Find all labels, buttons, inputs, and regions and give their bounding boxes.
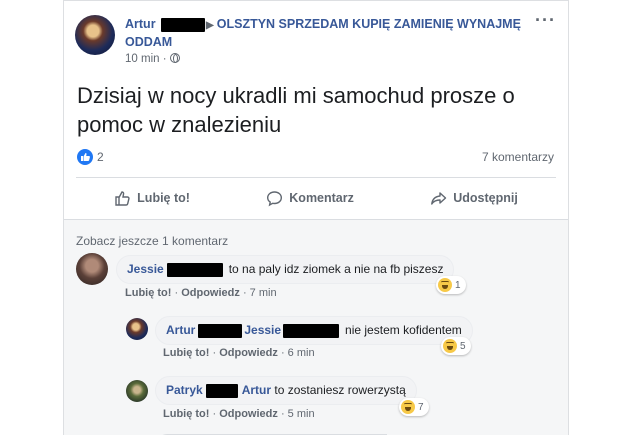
separator: · (209, 347, 220, 359)
reply-avatar[interactable] (126, 318, 148, 340)
post-actions: Lubię to! Komentarz Udostępnij (76, 183, 556, 213)
post-text: Dzisiaj w nocy ukradli mi samochud prosz… (77, 83, 515, 137)
comment-button-label: Komentarz (289, 191, 354, 205)
reply-reactions[interactable]: 7 (399, 398, 429, 416)
reply-time[interactable]: · 5 min (278, 408, 315, 420)
post-card: Artur ▶ OLSZTYN SPRZEDAM KUPIĘ ZAMIENIĘ W… (63, 0, 569, 435)
haha-icon (401, 400, 415, 414)
like-button-label: Lubię to! (137, 191, 190, 205)
reply-text: to zostaniesz rowerzystą (274, 383, 406, 397)
like-count: 2 (97, 150, 104, 164)
share-button-label: Udostępnij (453, 191, 518, 205)
mention-tag[interactable]: Jessie (244, 323, 281, 337)
redaction-box (166, 262, 223, 277)
comment-time[interactable]: · 7 min (240, 287, 277, 299)
comment-button[interactable]: Komentarz (266, 190, 354, 207)
haha-icon (438, 278, 452, 292)
see-more-comments-link[interactable]: Zobacz jeszcze 1 komentarz (76, 234, 228, 248)
post-timestamp: 10 min · (125, 53, 180, 65)
author-name[interactable]: Artur (125, 17, 156, 31)
reply-actions: Lubię to! · Odpowiedz · 6 min (163, 347, 315, 359)
comment-text: to na paly idz ziomek a nie na fb piszes… (228, 262, 444, 276)
group-arrow-icon: ▶ (206, 20, 214, 31)
redaction-box (205, 383, 238, 398)
mention-tag[interactable]: Artur (242, 383, 271, 397)
reply-reply-link[interactable]: Odpowiedz (219, 347, 278, 359)
redaction-box (161, 17, 206, 32)
reply-text: nie jestem kofidentem (345, 323, 462, 337)
comment-icon (267, 190, 283, 206)
reaction-count: 7 (418, 401, 424, 413)
like-icon (77, 149, 93, 165)
separator: · (209, 408, 220, 420)
divider (76, 177, 556, 178)
comment-bubble: Jessie to na paly idz ziomek a nie na fb … (116, 255, 455, 284)
reply-bubble: Artur Jessie nie jestem kofidentem (155, 316, 473, 345)
comments-section: Zobacz jeszcze 1 komentarz Jessie to na p… (64, 219, 568, 435)
commenter-name[interactable]: Jessie (127, 262, 164, 276)
separator: · (171, 287, 182, 299)
like-button[interactable]: Lubię to! (114, 190, 190, 207)
comment-reply-link[interactable]: Odpowiedz (181, 287, 240, 299)
commenter-avatar[interactable] (76, 253, 108, 285)
reaction-count: 1 (455, 279, 461, 291)
share-icon (431, 191, 447, 205)
comment-like-link[interactable]: Lubię to! (125, 287, 171, 299)
reply-like-link[interactable]: Lubię to! (163, 408, 209, 420)
reply-reply-link[interactable]: Odpowiedz (219, 408, 278, 420)
comment-actions: Lubię to! · Odpowiedz · 7 min (125, 287, 277, 299)
post-header: Artur ▶ OLSZTYN SPRZEDAM KUPIĘ ZAMIENIĘ W… (125, 16, 525, 51)
replier-name[interactable]: Artur (166, 323, 195, 337)
reply-reactions[interactable]: 5 (441, 337, 471, 355)
redaction-box (283, 323, 340, 338)
comment-count[interactable]: 7 komentarzy (482, 150, 554, 164)
post-time[interactable]: 10 min · (125, 53, 167, 65)
reaction-summary[interactable]: 2 (77, 149, 104, 165)
reply-time[interactable]: · 6 min (278, 347, 315, 359)
reply-actions: Lubię to! · Odpowiedz · 5 min (163, 408, 315, 420)
globe-icon (169, 53, 180, 63)
haha-icon (443, 339, 457, 353)
reply-like-link[interactable]: Lubię to! (163, 347, 209, 359)
share-button[interactable]: Udostępnij (430, 190, 518, 207)
reply-bubble: Patryk Artur to zostaniesz rowerzystą (155, 376, 417, 405)
comment-reactions[interactable]: 1 (436, 276, 466, 294)
reaction-count: 5 (460, 340, 466, 352)
reply-avatar[interactable] (126, 380, 148, 402)
author-avatar[interactable] (75, 15, 115, 55)
redaction-box (198, 323, 243, 338)
more-options-icon[interactable]: ··· (535, 10, 556, 31)
thumbs-up-icon (115, 190, 130, 206)
replier-name[interactable]: Patryk (166, 383, 203, 397)
